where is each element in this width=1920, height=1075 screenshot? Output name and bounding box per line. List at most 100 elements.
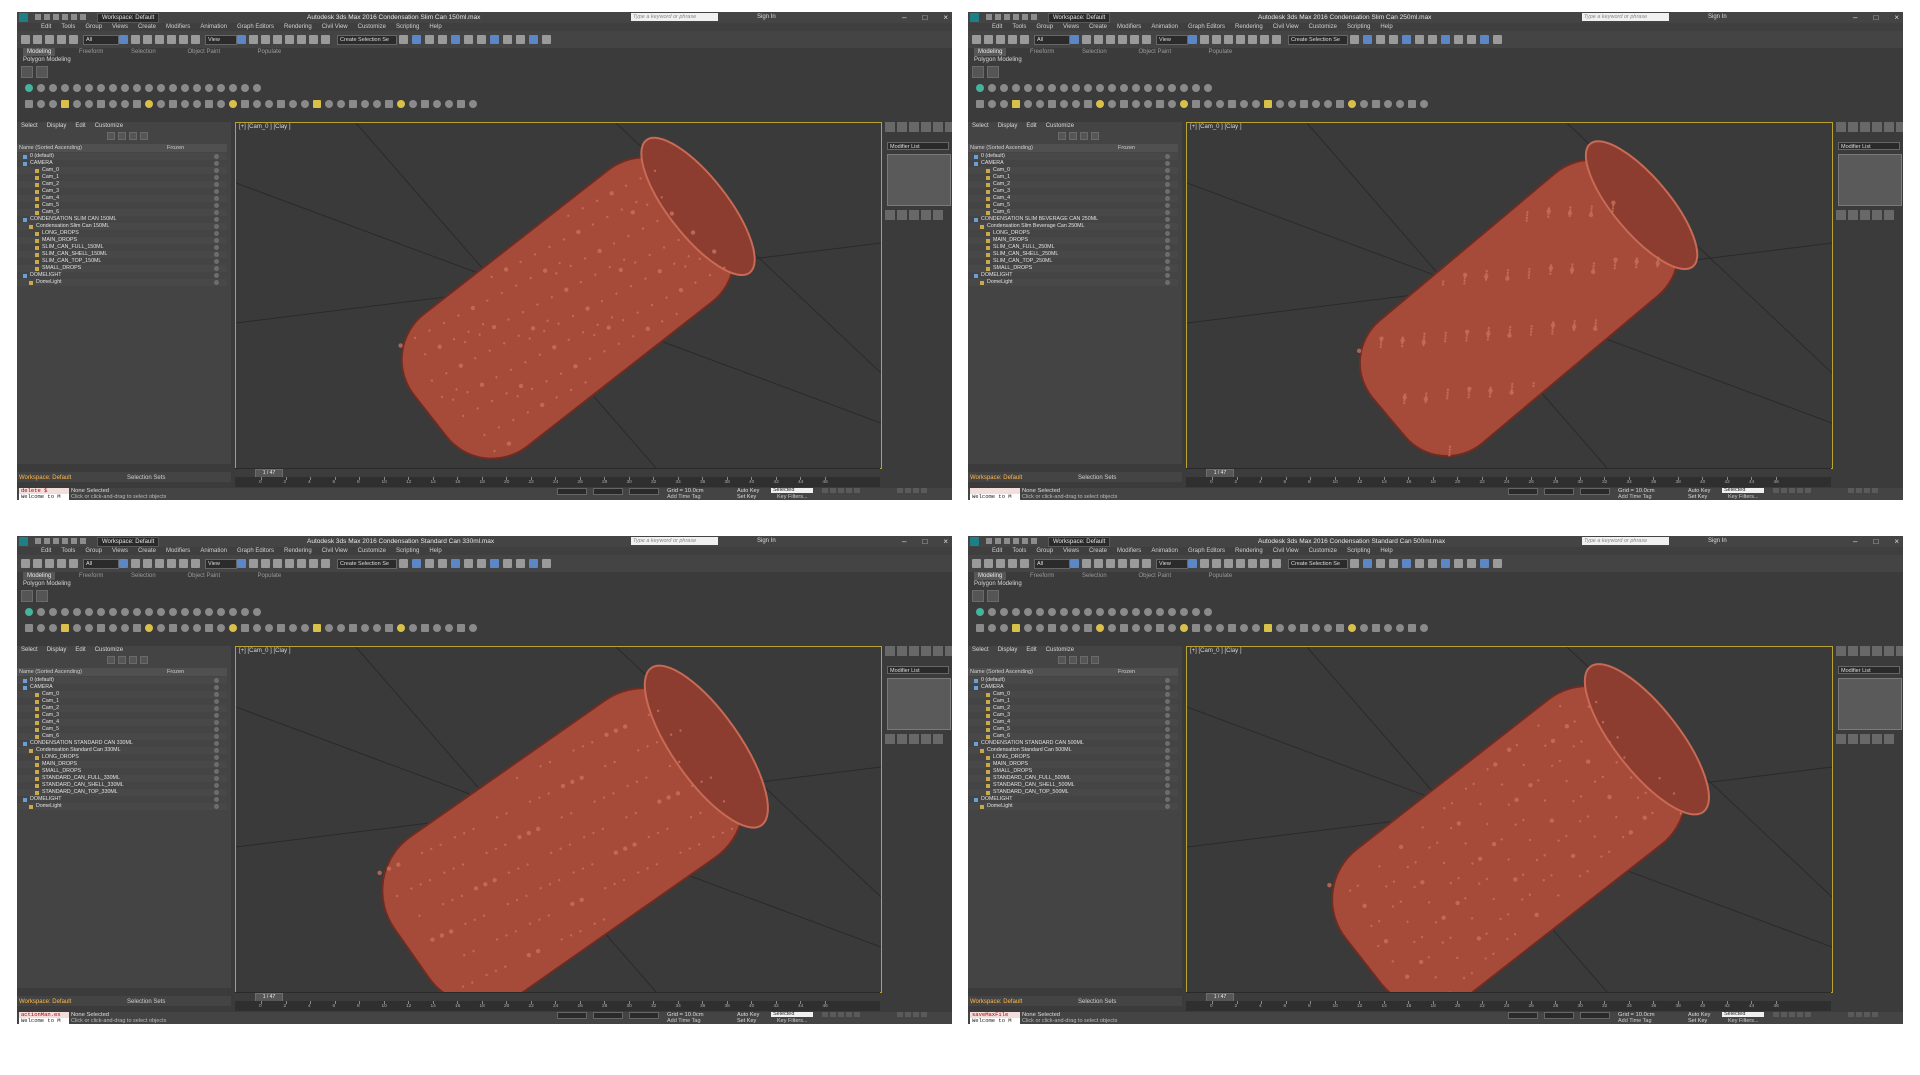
coordinate-system-dropdown[interactable]: View [205, 35, 237, 45]
sort-icon[interactable] [140, 132, 148, 140]
tool-icon[interactable] [25, 84, 33, 92]
shelf-icon[interactable] [97, 624, 105, 632]
tree-row[interactable]: Cam_0 [17, 691, 227, 698]
shelf-icon[interactable] [109, 624, 117, 632]
configure-sets-icon[interactable] [1884, 210, 1894, 220]
create-tab-icon[interactable] [885, 646, 895, 656]
tree-row[interactable]: Cam_6 [17, 733, 227, 740]
selection-filter-dropdown[interactable]: All [83, 559, 119, 569]
tool-icon[interactable] [241, 608, 249, 616]
se-tab-select[interactable]: Select [972, 122, 989, 131]
close-button[interactable]: × [943, 536, 948, 547]
shelf-icon[interactable] [265, 100, 273, 108]
tree-row[interactable]: Cam_4 [968, 195, 1178, 202]
tree-row[interactable]: DomeLight [968, 803, 1178, 810]
close-button[interactable]: × [1894, 12, 1899, 23]
shelf-icon[interactable] [1096, 624, 1104, 632]
tree-row[interactable]: SLIM_CAN_SHELL_250ML [968, 251, 1178, 258]
shelf-icon[interactable] [1096, 100, 1104, 108]
tree-row[interactable]: 0 (default) [968, 153, 1178, 160]
tool-icon[interactable] [97, 84, 105, 92]
menu-item-group[interactable]: Group [85, 23, 102, 31]
pivot-icon[interactable] [1188, 559, 1197, 568]
curve-editor-icon[interactable] [1402, 35, 1411, 44]
tool-icon[interactable] [1096, 608, 1104, 616]
shelf-icon[interactable] [1420, 100, 1428, 108]
tree-row[interactable]: Cam_0 [968, 167, 1178, 174]
freeze-toggle-icon[interactable] [214, 692, 219, 697]
menu-item-edit[interactable]: Edit [41, 547, 51, 555]
shelf-icon[interactable] [253, 624, 261, 632]
unlink-icon[interactable] [57, 559, 66, 568]
add-time-tag[interactable]: Add Time Tag [667, 1018, 701, 1024]
set-key-button[interactable]: Set Key [1688, 1018, 1707, 1024]
shelf-icon[interactable] [976, 100, 984, 108]
prev-frame-icon[interactable] [1781, 1012, 1787, 1017]
menu-item-rendering[interactable]: Rendering [1235, 547, 1263, 555]
shelf-icon[interactable] [1324, 100, 1332, 108]
save-icon[interactable] [53, 538, 59, 544]
freeze-toggle-icon[interactable] [214, 755, 219, 760]
tree-row[interactable]: CONDENSATION STANDARD CAN 500ML [968, 740, 1178, 747]
tool-icon[interactable] [97, 608, 105, 616]
shelf-icon[interactable] [1264, 100, 1272, 108]
freeze-toggle-icon[interactable] [1165, 685, 1170, 690]
scene-workspace-label[interactable]: Workspace: Default [19, 474, 71, 483]
tree-row[interactable]: Cam_5 [17, 726, 227, 733]
selection-sets-label[interactable]: Selection Sets [127, 474, 165, 483]
render-setup-icon[interactable] [1441, 35, 1450, 44]
edit-named-sel-icon[interactable] [321, 35, 330, 44]
shelf-icon[interactable] [1324, 624, 1332, 632]
column-frozen[interactable]: Frozen [1118, 144, 1135, 152]
column-frozen[interactable]: Frozen [167, 144, 184, 152]
menu-item-civil-view[interactable]: Civil View [322, 547, 348, 555]
transform-type-in[interactable] [593, 1012, 623, 1019]
shelf-icon[interactable] [1372, 624, 1380, 632]
key-mode-dropdown[interactable]: Selected [1722, 1011, 1764, 1017]
render-production-icon[interactable] [1480, 35, 1489, 44]
mirror-icon[interactable] [399, 35, 408, 44]
track-bar[interactable]: 0 2 4 6 8 10 12 14 16 18 20 22 24 26 28 30 32 34 36 38 40 42 4… [1186, 1001, 1831, 1011]
shelf-icon[interactable] [373, 100, 381, 108]
column-frozen[interactable]: Frozen [1118, 668, 1135, 676]
percent-snap-icon[interactable] [297, 35, 306, 44]
freeze-toggle-icon[interactable] [1165, 273, 1170, 278]
layer-manager-icon[interactable] [972, 66, 984, 78]
shelf-icon[interactable] [1024, 624, 1032, 632]
motion-tab-icon[interactable] [1872, 122, 1882, 132]
sort-icon[interactable] [140, 656, 148, 664]
menu-item-scripting[interactable]: Scripting [396, 23, 419, 31]
can-model[interactable] [1307, 647, 1729, 992]
bind-icon[interactable] [69, 35, 78, 44]
zoom-all-icon[interactable] [905, 488, 911, 493]
save-icon[interactable] [53, 14, 59, 20]
render-icon[interactable] [1467, 35, 1476, 44]
display-tab-icon[interactable] [933, 646, 943, 656]
shelf-icon[interactable] [1156, 100, 1164, 108]
align-icon[interactable] [1363, 35, 1372, 44]
ribbon-panel-label[interactable]: Polygon Modeling [23, 56, 71, 64]
workspace-dropdown[interactable]: Workspace: Default [97, 13, 160, 23]
motion-tab-icon[interactable] [1872, 646, 1882, 656]
shelf-icon[interactable] [1348, 100, 1356, 108]
go-to-end-icon[interactable] [854, 488, 860, 493]
link-icon[interactable] [996, 559, 1005, 568]
utilities-tab-icon[interactable] [1896, 646, 1903, 656]
shelf-icon[interactable] [1252, 100, 1260, 108]
scale-icon[interactable] [1142, 559, 1151, 568]
shelf-icon[interactable] [988, 100, 996, 108]
shelf-icon[interactable] [277, 624, 285, 632]
create-tab-icon[interactable] [1836, 646, 1846, 656]
tab-selection[interactable]: Selection [1078, 48, 1111, 56]
tree-row[interactable]: STANDARD_CAN_FULL_500ML [968, 775, 1178, 782]
rotate-icon[interactable] [179, 559, 188, 568]
shelf-icon[interactable] [469, 100, 477, 108]
menu-item-group[interactable]: Group [85, 547, 102, 555]
menu-item-scripting[interactable]: Scripting [396, 547, 419, 555]
shelf-icon[interactable] [373, 624, 381, 632]
redo-icon[interactable] [984, 35, 993, 44]
unlink-icon[interactable] [1008, 35, 1017, 44]
ribbon-panel-label[interactable]: Polygon Modeling [23, 580, 71, 588]
shelf-icon[interactable] [181, 100, 189, 108]
mirror-icon[interactable] [399, 559, 408, 568]
